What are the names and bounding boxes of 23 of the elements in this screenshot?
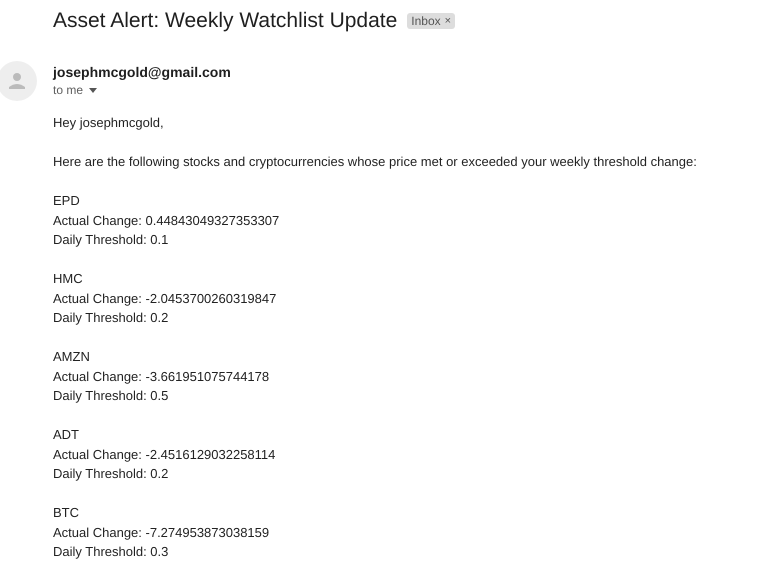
ticker-symbol: HMC [53, 270, 83, 288]
inbox-label[interactable]: Inbox × [407, 13, 456, 29]
threshold-text: Daily Threshold: 0.5 [53, 387, 168, 405]
actual-change-text: Actual Change: -3.661951075744178 [53, 368, 270, 386]
actual-change-text: Actual Change: -2.0453700260319847 [53, 290, 276, 308]
threshold-text: Daily Threshold: 0.2 [53, 309, 168, 327]
dropdown-caret-icon[interactable] [89, 88, 98, 92]
threshold-text: Daily Threshold: 0.2 [53, 465, 168, 483]
sender-email: josephmcgold@gmail.com [53, 63, 231, 81]
ticker-symbol: BTC [53, 504, 79, 522]
intro-text: Here are the following stocks and cryptocurrencies whose price met or exceeded your weekly threshold change: [53, 153, 697, 171]
avatar-icon [0, 61, 37, 101]
ticker-symbol: AMZN [53, 348, 90, 366]
threshold-text: Daily Threshold: 0.1 [53, 231, 168, 249]
ticker-symbol: ADT [53, 426, 79, 444]
threshold-text: Daily Threshold: 0.3 [53, 543, 168, 561]
actual-change-text: Actual Change: -7.274953873038159 [53, 524, 270, 542]
recipient-text: to me [53, 83, 84, 97]
email-subject: Asset Alert: Weekly Watchlist Update [53, 9, 398, 33]
actual-change-text: Actual Change: -2.4516129032258114 [53, 446, 276, 464]
greeting-text: Hey josephmcgold, [53, 114, 164, 132]
actual-change-text: Actual Change: 0.44843049327353307 [53, 212, 280, 230]
ticker-symbol: EPD [53, 192, 80, 210]
